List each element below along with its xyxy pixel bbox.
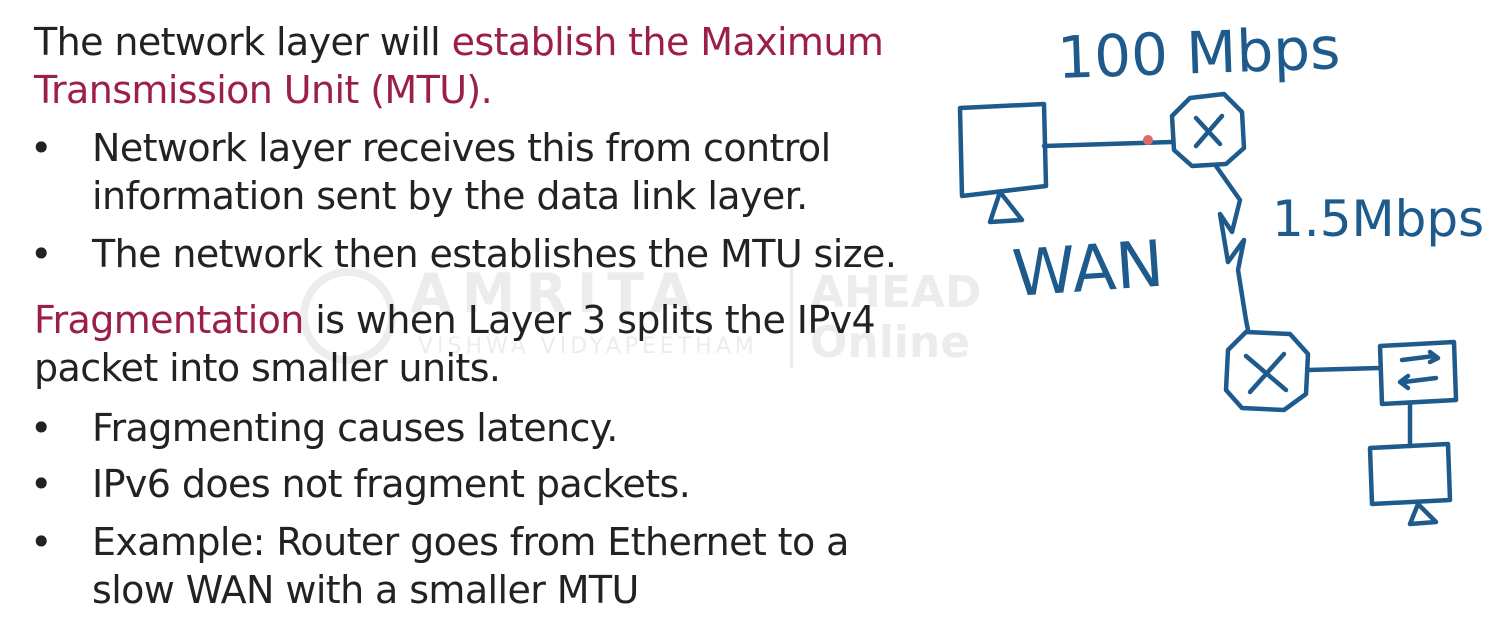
router-bottom-icon — [1223, 329, 1311, 413]
link-wan — [1213, 163, 1251, 333]
intro-line-1: The network layer will establish the Max… — [34, 18, 884, 66]
wan-label: WAN — [1010, 228, 1166, 312]
router-top-icon — [1169, 91, 1247, 169]
bullet-marker: • — [30, 126, 52, 170]
bullet-marker: • — [30, 462, 52, 506]
speed-top-label: 100 Mbps — [1056, 14, 1341, 92]
switch-icon — [1377, 339, 1459, 407]
bullet-marker: • — [30, 406, 52, 450]
watermark-divider — [790, 268, 793, 368]
bullet-text: slow WAN with a smaller MTU — [92, 568, 639, 612]
watermark: AMRITA VISHWA VIDYAPEETHAM AHEAD Online — [300, 258, 1000, 378]
bullet-text: IPv6 does not fragment packets. — [92, 462, 691, 506]
watermark-sub: VISHWA VIDYAPEETHAM — [418, 334, 758, 359]
fragmentation-term: Fragmentation — [34, 298, 304, 342]
bullet-text: Network layer receives this from control — [92, 126, 831, 170]
speed-wan-label: 1.5Mbps — [1272, 190, 1484, 248]
network-sketch: 100 Mbps 1.5Mbps WAN — [957, 14, 1484, 527]
host-bottom-icon — [1367, 441, 1453, 527]
bullet-text: Example: Router goes from Ethernet to a — [92, 520, 849, 564]
slide-text-area: The network layer will establish the Max… — [0, 0, 1010, 642]
bullet-marker: • — [30, 520, 52, 564]
link-lan — [1041, 139, 1175, 149]
intro-line-2: Transmission Unit (MTU). — [34, 68, 493, 112]
bullet-marker: • — [30, 232, 52, 276]
pointer-dot — [1143, 135, 1153, 145]
link-lan-2 — [1305, 365, 1383, 373]
bullet-text: Fragmenting causes latency. — [92, 406, 618, 450]
intro-accent: establish the Maximum — [451, 20, 884, 64]
watermark-main: AMRITA — [410, 262, 702, 325]
bullet-text: information sent by the data link layer. — [92, 174, 808, 218]
watermark-logo-icon — [300, 268, 396, 364]
intro-plain: The network layer will — [34, 20, 452, 64]
host-top-icon — [957, 101, 1049, 225]
